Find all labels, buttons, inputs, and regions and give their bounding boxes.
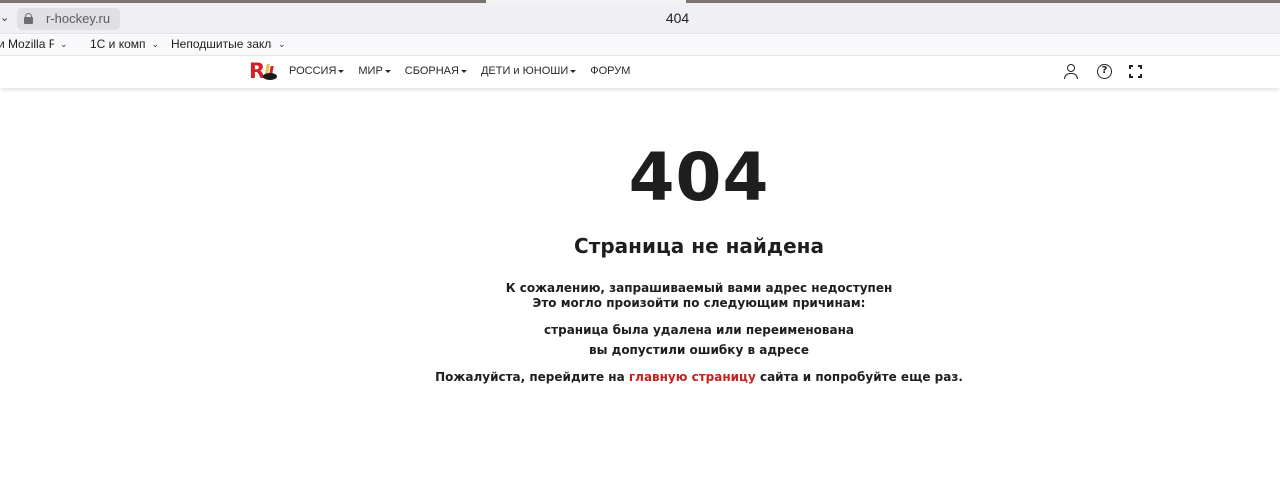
nav-item-youth[interactable]: ДЕТИ и ЮНОШИ [480,65,577,77]
caret-down-icon [460,70,467,73]
nav-item-label: ДЕТИ и ЮНОШИ [480,65,569,77]
caret-down-icon [384,70,391,73]
nav-item-russia[interactable]: РОССИЯ [289,65,345,77]
nav-item-label: ФОРУМ [590,65,631,77]
chevron-down-icon: ⌄ [151,38,160,49]
error-suggestion: Пожалуйста, перейдите на главную страниц… [0,370,1280,385]
error-reason: страница была удалена или переименована [544,323,854,337]
nav-item-label: РОССИЯ [289,65,337,77]
error-content: 404 Страница не найдена К сожалению, зап… [0,88,1280,479]
user-icon[interactable] [1064,64,1078,80]
logo-letter: R [249,59,266,83]
help-icon[interactable]: ? [1097,64,1112,79]
nav-item-world[interactable]: МИР [358,65,391,77]
bookmarks-bar: и Mozilla Firefox ⌄ 1С и комп ⌄ Неподшит… [0,35,1280,55]
site-header: R РОССИЯ МИР СБОРНАЯ ДЕТИ и ЮНОШИ ФОРУМ … [0,55,1280,88]
error-reason: вы допустили ошибку в адресе [589,343,809,357]
error-code: 404 [628,139,770,216]
nav-item-label: МИР [358,65,383,77]
page-title: 404 [665,10,690,26]
bookmark-label: и Mozilla Firefox [0,37,54,51]
suggestion-suffix: сайта и попробуйте еще раз. [755,370,963,384]
address-bar: ⌄ r-hockey.ru 404 [0,3,1280,34]
bookmark-folder-mozilla[interactable]: и Mozilla Firefox ⌄ [0,37,68,51]
fullscreen-icon[interactable] [1129,65,1142,78]
nav-item-forum[interactable]: ФОРУМ [590,65,630,77]
bookmark-folder-unsorted[interactable]: Неподшитые закладки ⌄ [171,37,286,51]
puck-icon [263,73,277,80]
bookmark-label: Неподшитые закладки [171,37,272,51]
site-logo[interactable]: R [249,59,279,83]
chevron-down-icon: ⌄ [278,38,286,49]
bookmark-folder-1c[interactable]: 1С и комп ⌄ [90,37,159,51]
main-nav: РОССИЯ МИР СБОРНАЯ ДЕТИ и ЮНОШИ ФОРУМ [289,65,644,77]
error-title: Страница не найдена [574,234,824,258]
nav-item-label: СБОРНАЯ [404,65,459,77]
bookmark-label: 1С и комп [90,37,146,51]
error-reasons-intro: Это могло произойти по следующим причина… [532,296,866,310]
suggestion-prefix: Пожалуйста, перейдите на [435,370,629,384]
error-message: К сожалению, запрашиваемый вами адрес не… [505,281,893,295]
nav-item-national-team[interactable]: СБОРНАЯ [405,65,467,77]
chevron-down-icon: ⌄ [60,38,68,49]
caret-down-icon [570,70,577,73]
home-page-link[interactable]: главную страницу [629,370,756,384]
caret-down-icon [338,70,345,73]
